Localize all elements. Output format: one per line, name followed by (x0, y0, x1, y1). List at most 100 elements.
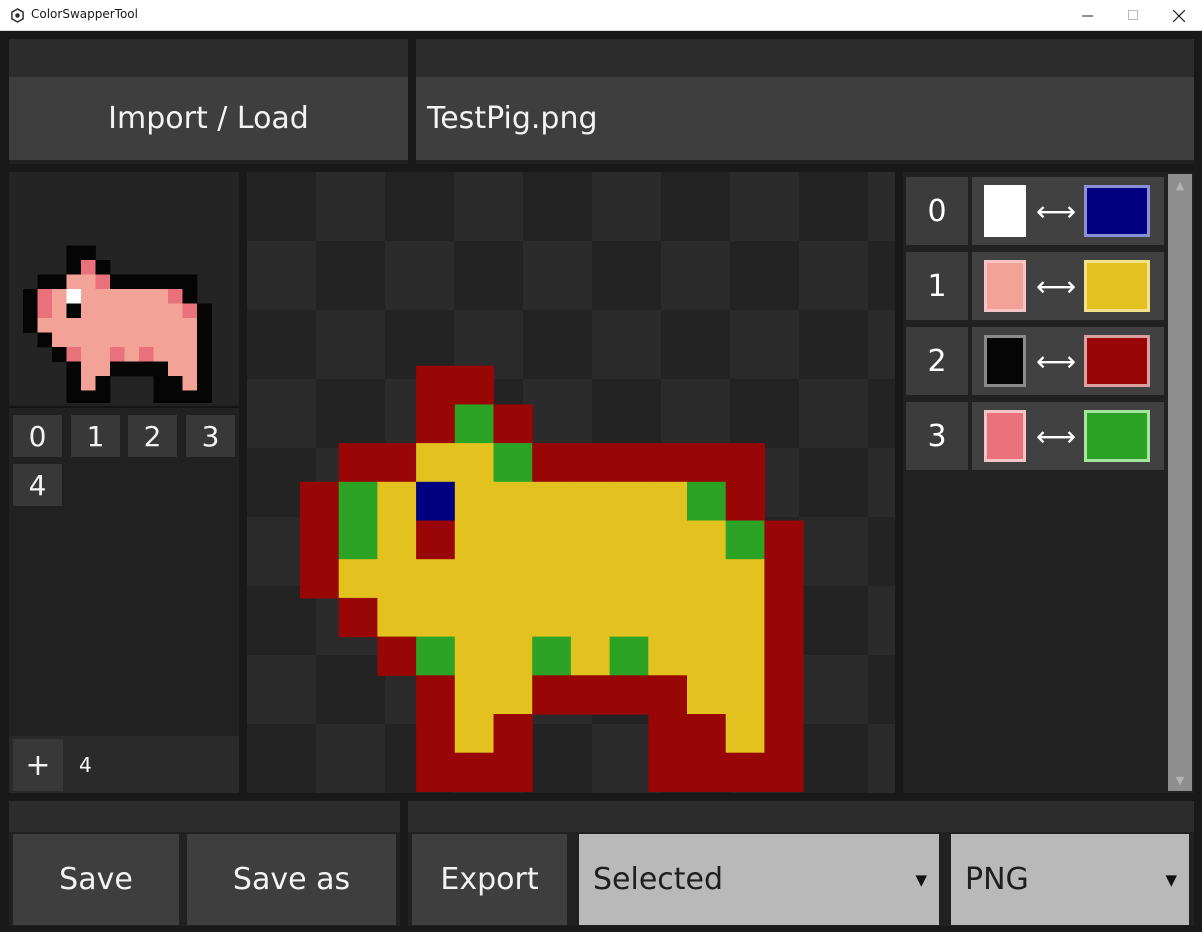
target-color-swatch[interactable] (1084, 260, 1150, 312)
target-color-swatch[interactable] (1084, 410, 1150, 462)
pixel (168, 274, 183, 290)
pixel (37, 289, 53, 304)
pixel (454, 675, 495, 715)
app-icon (11, 8, 24, 23)
save-as-button[interactable]: Save as (187, 834, 396, 925)
pixel (532, 597, 572, 638)
pixel (570, 520, 611, 560)
pixel (764, 597, 804, 638)
source-color-swatch[interactable] (984, 410, 1026, 462)
swap-arrow-icon: ⟷ (1035, 269, 1077, 303)
palette-slot-2[interactable]: 2 (128, 415, 177, 457)
pixel (725, 443, 765, 483)
source-color-swatch[interactable] (984, 185, 1026, 237)
pixel (416, 675, 456, 715)
minimize-button[interactable] (1064, 0, 1110, 31)
pixel (416, 481, 456, 522)
pixel (66, 260, 82, 275)
pixel (153, 289, 169, 304)
pixel (300, 520, 340, 560)
export-format-value: PNG (965, 862, 1029, 897)
palette-slot-0[interactable]: 0 (13, 415, 62, 457)
pixel (197, 303, 212, 319)
pixel (95, 289, 111, 304)
pixel (110, 318, 125, 333)
add-palette-button[interactable]: + (13, 739, 63, 791)
pixel (139, 274, 154, 290)
save-button[interactable]: Save (13, 834, 179, 925)
swap-row[interactable]: 1 ⟷ (906, 252, 1164, 320)
pixel (493, 675, 533, 715)
pixel (454, 481, 495, 522)
pixel (110, 361, 125, 377)
pixel (725, 636, 765, 676)
recolored-pig-image (300, 365, 804, 792)
maximize-button[interactable] (1110, 0, 1156, 31)
scrollbar[interactable]: ▲ ▼ (1168, 174, 1192, 791)
scroll-down-icon[interactable]: ▼ (1168, 769, 1192, 791)
pixel (153, 361, 169, 377)
export-format-dropdown[interactable]: PNG ▼ (951, 834, 1189, 925)
swap-index: 3 (906, 402, 968, 470)
pixel (110, 347, 125, 362)
pixel (81, 260, 96, 275)
pixel (182, 361, 198, 377)
pixel (168, 361, 183, 377)
close-button[interactable] (1156, 0, 1202, 31)
swap-row[interactable]: 2 ⟷ (906, 327, 1164, 395)
pixel (338, 597, 378, 638)
pixel (416, 597, 456, 638)
pixel (182, 289, 198, 304)
palette-count: 4 (79, 753, 92, 777)
pixel (454, 559, 495, 599)
pixel (139, 318, 154, 333)
pixel (52, 303, 67, 319)
pixel (66, 289, 82, 304)
pixel (687, 443, 727, 483)
pixel (532, 559, 572, 599)
pixel (725, 481, 765, 522)
pixel (37, 318, 53, 333)
pixel (197, 376, 212, 391)
pixel (124, 289, 140, 304)
pixel (81, 245, 96, 261)
pixel (764, 675, 804, 715)
pixel (197, 390, 212, 403)
pixel (532, 675, 572, 715)
target-color-swatch[interactable] (1084, 335, 1150, 387)
pixel (648, 443, 688, 483)
pixel (532, 636, 572, 676)
pixel (139, 347, 154, 362)
pixel (609, 520, 649, 560)
export-button[interactable]: Export (412, 834, 567, 925)
pixel (95, 376, 111, 391)
pixel (66, 332, 82, 348)
swap-row[interactable]: 3 ⟷ (906, 402, 1164, 470)
chevron-down-icon: ▼ (915, 870, 927, 889)
pixel (687, 675, 727, 715)
source-color-swatch[interactable] (984, 335, 1026, 387)
pixel (81, 289, 96, 304)
export-scope-dropdown[interactable]: Selected ▼ (579, 834, 939, 925)
image-canvas[interactable] (247, 172, 895, 793)
filename-panel: TestPig.png (416, 39, 1194, 164)
source-color-swatch[interactable] (984, 260, 1026, 312)
pixel (81, 390, 96, 403)
pixel (648, 636, 688, 676)
pixel (609, 481, 649, 522)
pixel (37, 332, 53, 348)
pixel (648, 559, 688, 599)
pixel (66, 303, 82, 319)
pixel (95, 347, 111, 362)
pixel (124, 347, 140, 362)
palette-slot-4[interactable]: 4 (13, 464, 62, 506)
palette-slot-1[interactable]: 1 (71, 415, 120, 457)
import-load-button[interactable]: Import / Load (9, 77, 408, 160)
swap-row[interactable]: 0 ⟷ (906, 177, 1164, 245)
pixel (687, 752, 727, 792)
scroll-up-icon[interactable]: ▲ (1168, 174, 1192, 196)
pixel (182, 303, 198, 319)
target-color-swatch[interactable] (1084, 185, 1150, 237)
palette-slot-3[interactable]: 3 (186, 415, 235, 457)
pixel (493, 559, 533, 599)
